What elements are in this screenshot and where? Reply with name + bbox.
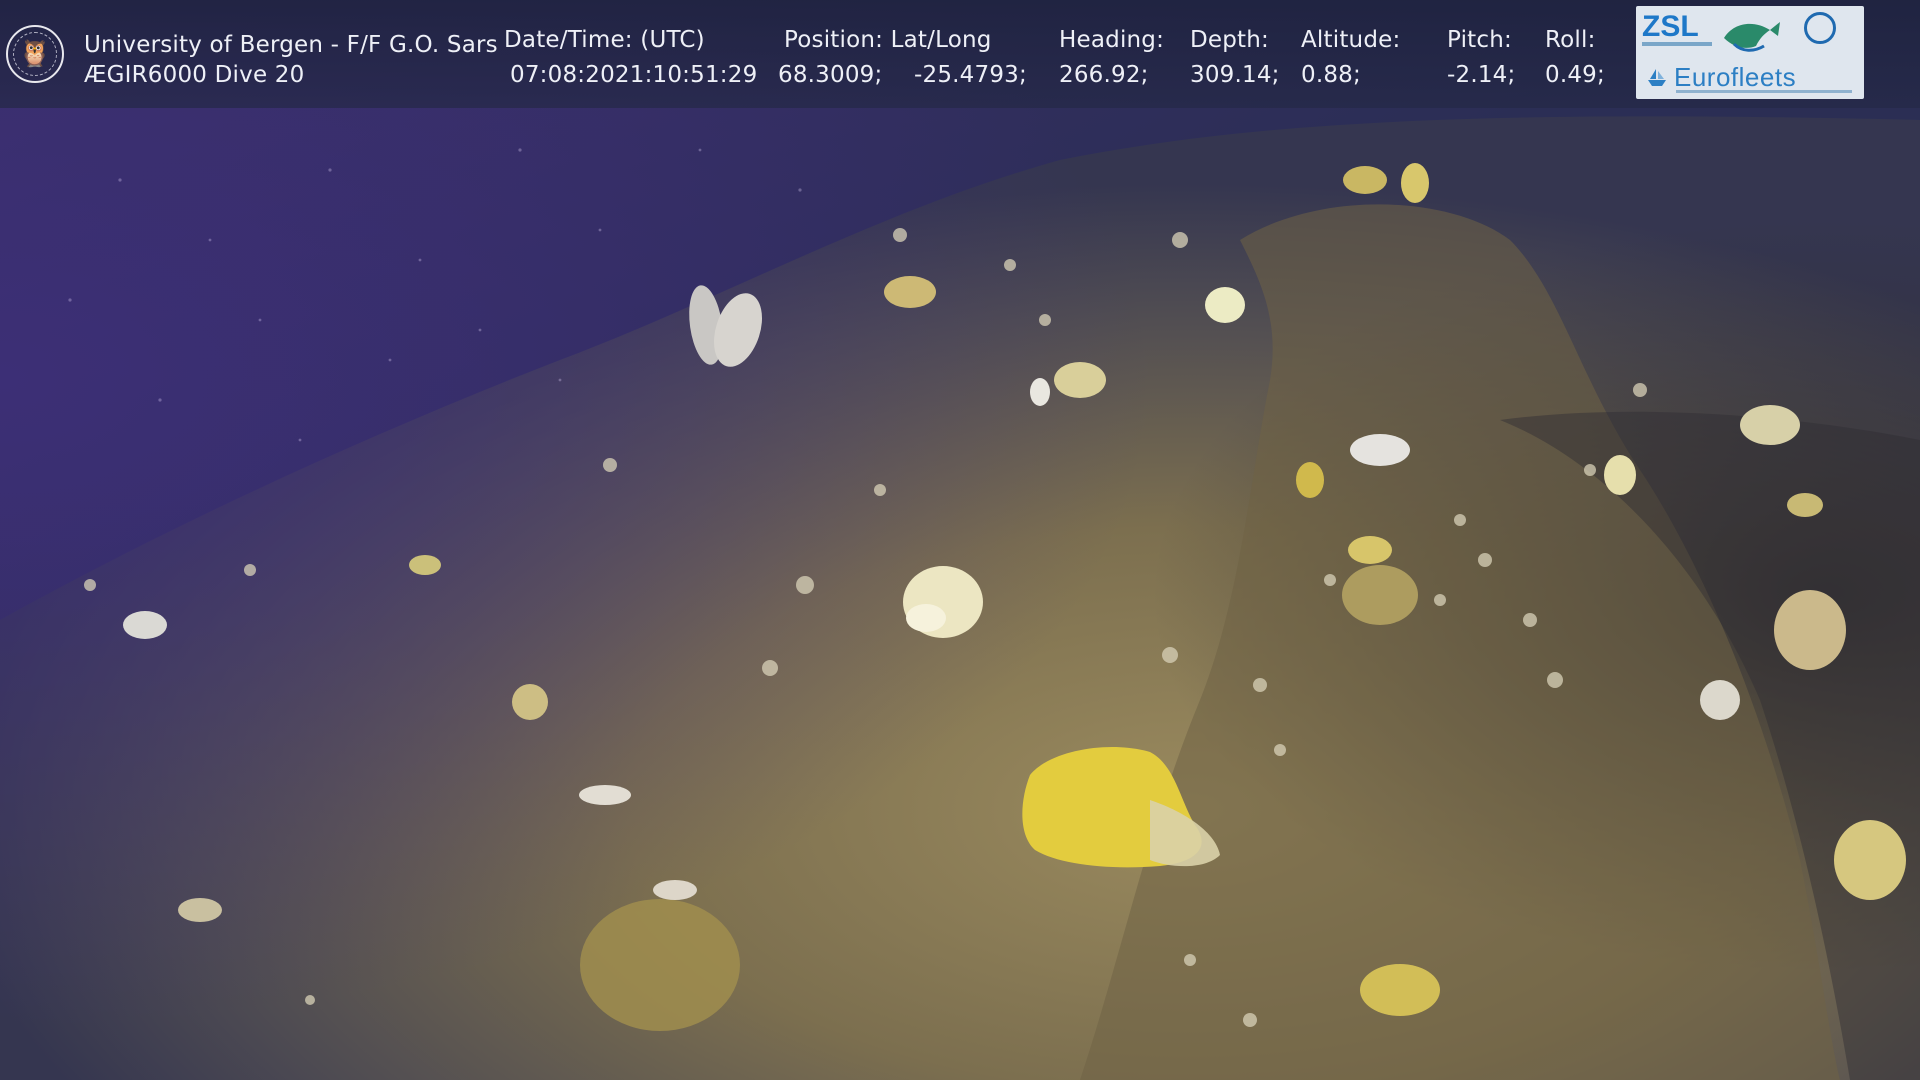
fish-icon [1724,22,1780,52]
longitude-value: -25.4793; [914,62,1027,88]
depth-value: 309.14; [1190,62,1280,88]
mfri-logo-text [1786,44,1858,60]
eurofleets-underline [1676,90,1852,93]
ship-icon [1648,69,1666,86]
university-seal-icon: 🦉 [6,25,64,83]
telemetry-overlay: 🦉 University of Bergen - F/F G.O. Sars Æ… [0,0,1920,108]
roll-label: Roll: [1545,27,1596,53]
mfri-spiral-icon [1804,12,1836,44]
eurofleets-wordmark: Eurofleets [1674,61,1797,92]
datetime-label: Date/Time: (UTC) [504,27,705,53]
altitude-value: 0.88; [1301,62,1361,88]
roll-value: 0.49; [1545,62,1605,88]
partner-logos: ZSL Eurofleets [1636,6,1864,99]
zsl-underline [1642,42,1712,46]
datetime-value: 07:08:2021:10:51:29 [510,62,758,88]
institution-label: University of Bergen - F/F G.O. Sars [84,32,498,58]
heading-value: 266.92; [1059,62,1149,88]
zsl-logo: ZSL [1642,10,1699,43]
eurofleets-logo: Eurofleets [1646,62,1856,92]
altitude-label: Altitude: [1301,27,1401,53]
heading-label: Heading: [1059,27,1165,53]
pitch-value: -2.14; [1447,62,1516,88]
seafloor-camera-frame [0,0,1920,1080]
depth-label: Depth: [1190,27,1270,53]
latitude-value: 68.3009; [778,62,883,88]
dive-label: ÆGIR6000 Dive 20 [84,62,305,88]
position-label: Position: Lat/Long [784,27,992,53]
pitch-label: Pitch: [1447,27,1512,53]
